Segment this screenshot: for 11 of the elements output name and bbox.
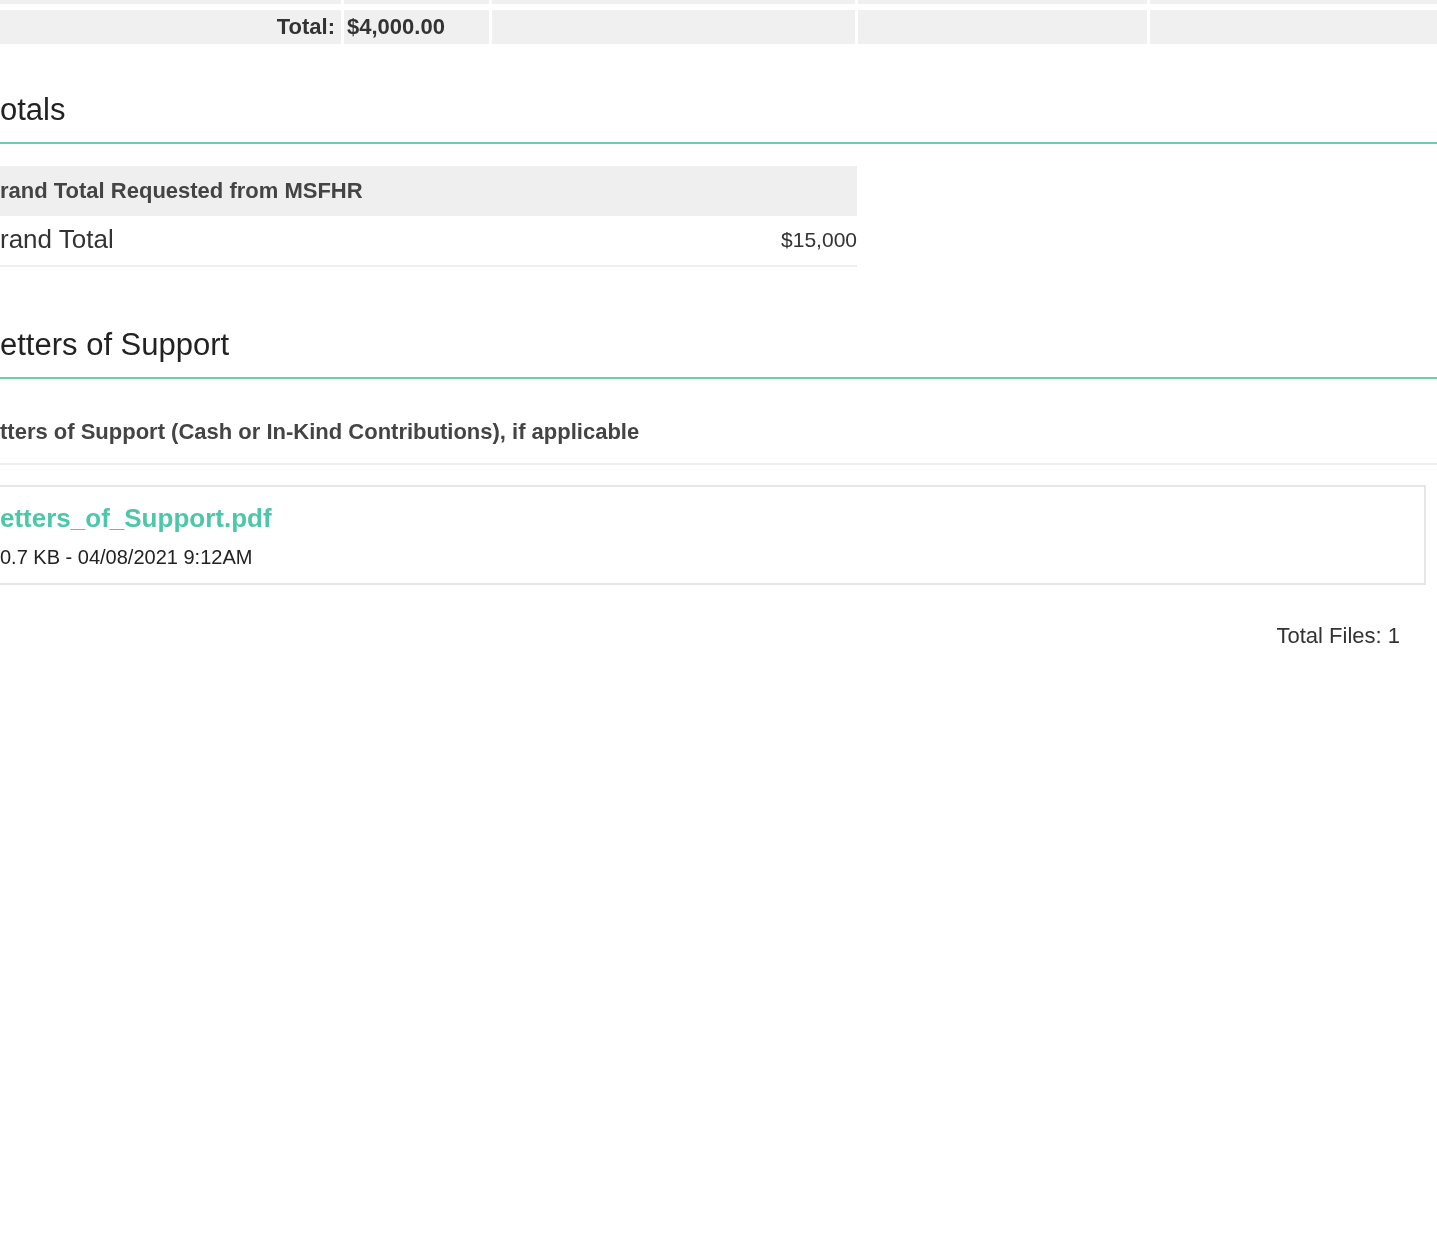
- row-value: $15,000: [781, 227, 857, 252]
- table-cell: Total:: [0, 10, 341, 44]
- row-label: rand Total: [0, 224, 114, 255]
- section-title: etters of Support: [0, 327, 1437, 379]
- file-link[interactable]: etters_of_Support.pdf: [0, 503, 272, 533]
- section-title: otals: [0, 92, 1437, 144]
- table-cell: $4,000.00: [344, 10, 489, 44]
- field-label: tters of Support (Cash or In-Kind Contributions), if applicable: [0, 419, 1437, 465]
- total-files: Total Files: 1: [1276, 623, 1400, 648]
- file-meta: 0.7 KB - 04/08/2021 9:12AM: [0, 546, 254, 569]
- table-header: rand Total Requested from MSFHR: [0, 166, 857, 216]
